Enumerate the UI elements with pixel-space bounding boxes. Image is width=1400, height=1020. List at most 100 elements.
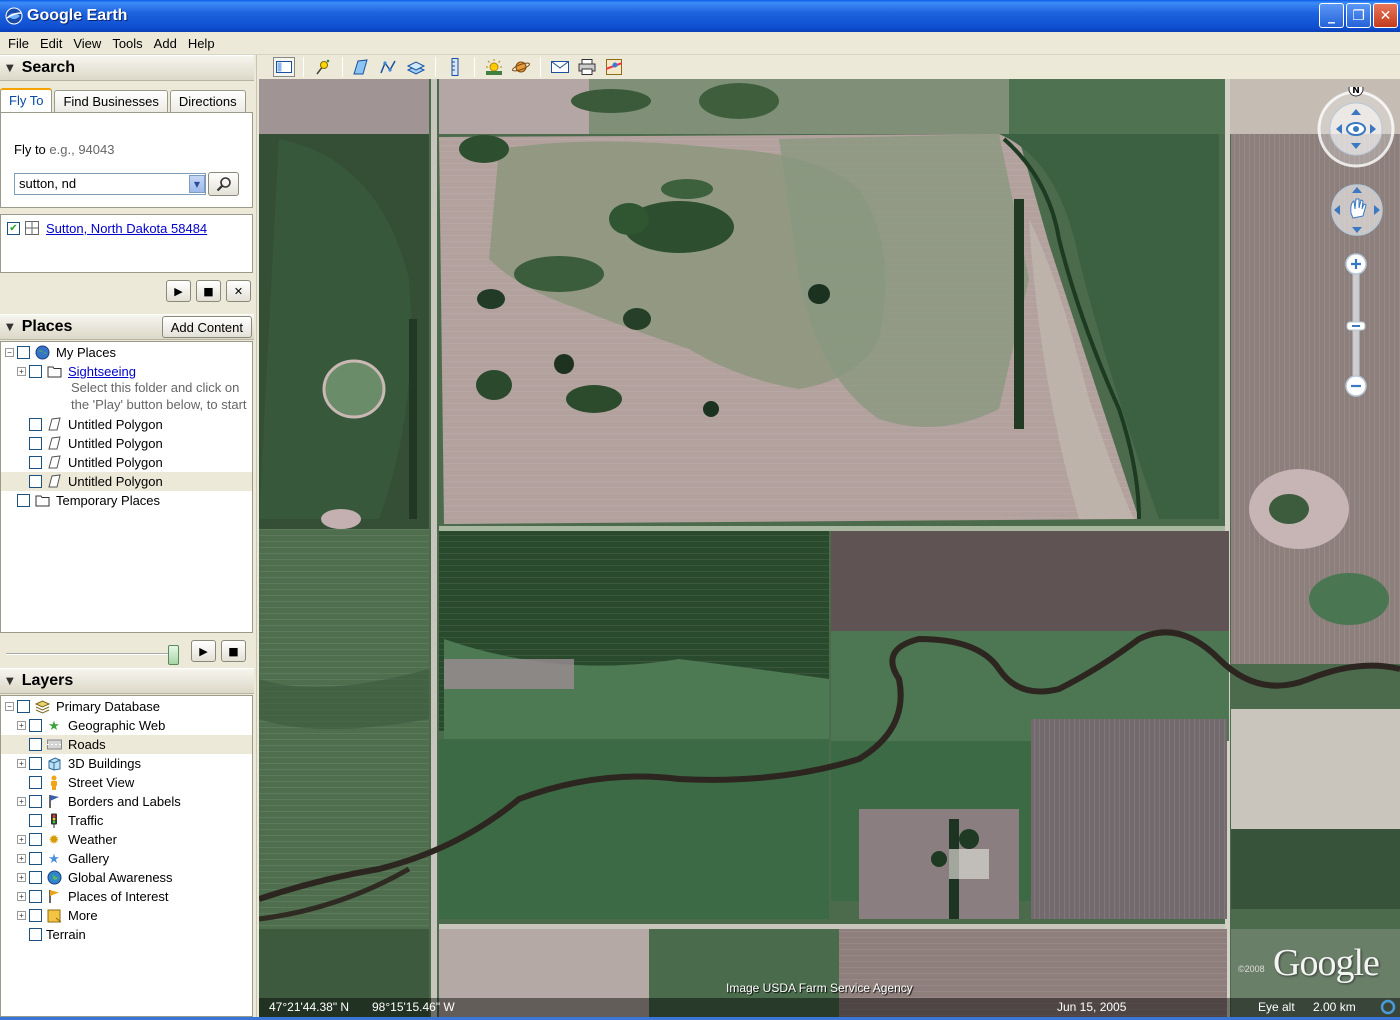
play-tour-button[interactable]: ▶ [191,640,216,662]
tab-find-businesses[interactable]: Find Businesses [54,90,168,112]
ruler-button[interactable] [444,57,466,77]
layer-geographic-web[interactable]: + ★ Geographic Web [17,716,165,735]
checkbox[interactable] [29,418,42,431]
search-result-item[interactable]: ✔ Sutton, North Dakota 58484 [7,220,207,236]
result-checkbox[interactable]: ✔ [7,221,20,235]
print-button[interactable] [576,57,598,77]
expand-icon[interactable]: + [17,835,26,844]
tree-item-temporary-places[interactable]: Temporary Places [5,491,160,510]
checkbox[interactable] [29,871,42,884]
dropdown-arrow-icon[interactable]: ▼ [189,175,205,193]
expand-icon[interactable]: + [17,854,26,863]
move-joystick[interactable] [1330,183,1384,237]
tree-item-my-places[interactable]: − My Places [5,343,116,362]
satellite-imagery[interactable] [259,79,1400,1017]
slider-thumb[interactable] [168,645,179,665]
checkbox[interactable] [29,909,42,922]
checkbox[interactable] [17,700,30,713]
toggle-sidebar-button[interactable] [273,57,295,77]
menu-view[interactable]: View [69,36,108,51]
expand-icon[interactable]: + [17,892,26,901]
tab-fly-to[interactable]: Fly To [0,88,53,112]
stop-button[interactable]: ■ [196,280,221,302]
menu-edit[interactable]: Edit [36,36,69,51]
checkbox[interactable] [29,757,42,770]
layer-borders-labels[interactable]: + Borders and Labels [17,792,181,811]
checkbox[interactable] [29,456,42,469]
layer-primary-database[interactable]: − Primary Database [5,697,160,716]
layer-terrain[interactable]: Terrain [17,925,86,944]
search-input[interactable]: sutton, nd [14,173,206,195]
checkbox[interactable] [29,852,42,865]
checkbox[interactable] [29,365,42,378]
checkbox[interactable] [29,437,42,450]
collapse-triangle-icon[interactable]: ▼ [6,63,14,74]
add-placemark-button[interactable] [312,57,334,77]
layer-weather[interactable]: + ✹ Weather [17,830,117,849]
layer-traffic[interactable]: Traffic [29,811,103,830]
switch-to-sky-button[interactable] [510,57,532,77]
view-in-maps-button[interactable] [603,57,625,77]
menu-add[interactable]: Add [150,36,184,51]
collapse-icon[interactable]: − [5,348,14,357]
play-button[interactable]: ▶ [166,280,191,302]
layer-places-of-interest[interactable]: + Places of Interest [17,887,168,906]
places-panel-header[interactable]: ▼ Places Add Content [0,314,254,340]
sunlight-icon [486,59,502,75]
minimize-button[interactable]: _ [1319,3,1344,28]
menu-tools[interactable]: Tools [108,36,149,51]
look-joystick[interactable]: N [1317,87,1397,171]
zoom-slider[interactable] [1344,251,1368,399]
checkbox[interactable] [29,814,42,827]
layer-street-view[interactable]: Street View [29,773,134,792]
checkbox[interactable] [29,890,42,903]
checkbox[interactable] [17,494,30,507]
add-polygon-button[interactable] [351,57,373,77]
add-path-button[interactable] [378,57,400,77]
checkbox[interactable] [29,776,42,789]
collapse-icon[interactable]: − [5,702,14,711]
sunlight-button[interactable] [483,57,505,77]
tab-directions[interactable]: Directions [169,90,246,112]
checkbox[interactable] [29,795,42,808]
search-button[interactable] [208,172,239,196]
checkbox[interactable] [29,833,42,846]
expand-icon[interactable]: + [17,759,26,768]
expand-icon[interactable]: + [17,911,26,920]
add-content-button[interactable]: Add Content [161,316,252,338]
expand-icon[interactable]: + [17,797,26,806]
menu-file[interactable]: File [4,36,36,51]
map-view[interactable]: Image USDA Farm Service Agency ©2008 Goo… [259,79,1400,1017]
result-link[interactable]: Sutton, North Dakota 58484 [46,221,207,236]
tree-item-polygon[interactable]: Untitled Polygon [17,453,163,472]
expand-icon[interactable]: + [17,367,26,376]
checkbox[interactable] [29,928,42,941]
collapse-triangle-icon[interactable]: ▼ [6,322,14,333]
add-image-overlay-button[interactable] [405,57,427,77]
layer-gallery[interactable]: + ★ Gallery [17,849,109,868]
layer-global-awareness[interactable]: + Global Awareness [17,868,173,887]
collapse-triangle-icon[interactable]: ▼ [6,676,14,687]
checkbox[interactable] [29,738,42,751]
menu-help[interactable]: Help [184,36,222,51]
layers-panel-header[interactable]: ▼ Layers [0,668,254,694]
layer-roads[interactable]: Roads [1,735,252,754]
layer-3d-buildings[interactable]: + 3D Buildings [17,754,141,773]
checkbox[interactable] [29,719,42,732]
maximize-button[interactable]: ❐ [1346,3,1371,28]
close-button[interactable]: ✕ [1373,3,1398,28]
tree-item-label[interactable]: Sightseeing [68,364,136,379]
checkbox[interactable] [17,346,30,359]
tree-item-polygon[interactable]: Untitled Polygon [17,434,163,453]
checkbox[interactable] [29,475,42,488]
tour-speed-slider[interactable] [6,645,179,665]
tree-item-polygon[interactable]: Untitled Polygon [17,415,163,434]
expand-icon[interactable]: + [17,721,26,730]
email-button[interactable] [549,57,571,77]
stop-tour-button[interactable]: ■ [221,640,246,662]
tree-item-polygon-selected[interactable]: Untitled Polygon [1,472,252,491]
expand-icon[interactable]: + [17,873,26,882]
layer-more[interactable]: + More [17,906,98,925]
clear-button[interactable]: ✕ [226,280,251,302]
search-panel-header[interactable]: ▼ Search [0,55,254,81]
